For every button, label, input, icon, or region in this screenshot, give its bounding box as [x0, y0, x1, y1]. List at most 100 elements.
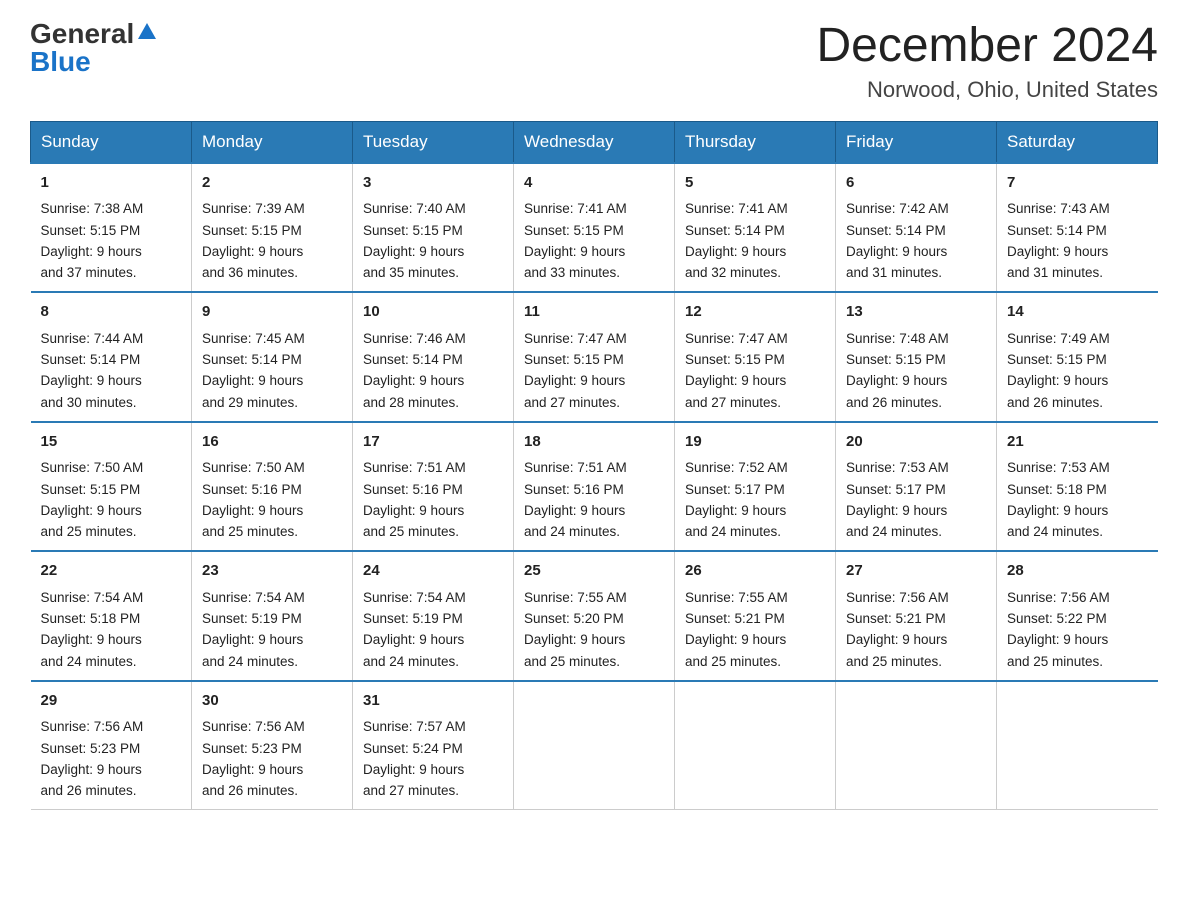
day-daylight-cont: and 25 minutes.	[363, 524, 459, 539]
day-sunrise: Sunrise: 7:44 AM	[41, 331, 144, 346]
calendar-week-4: 22 Sunrise: 7:54 AM Sunset: 5:18 PM Dayl…	[31, 551, 1158, 681]
day-sunrise: Sunrise: 7:48 AM	[846, 331, 949, 346]
day-number: 4	[524, 172, 664, 195]
day-number: 9	[202, 301, 342, 324]
day-daylight-cont: and 29 minutes.	[202, 395, 298, 410]
day-daylight-cont: and 26 minutes.	[41, 783, 137, 798]
day-daylight: Daylight: 9 hours	[41, 762, 142, 777]
day-sunrise: Sunrise: 7:56 AM	[41, 719, 144, 734]
day-sunset: Sunset: 5:15 PM	[524, 223, 624, 238]
day-sunrise: Sunrise: 7:50 AM	[202, 460, 305, 475]
day-sunset: Sunset: 5:15 PM	[1007, 352, 1107, 367]
day-number: 14	[1007, 301, 1148, 324]
day-daylight-cont: and 25 minutes.	[524, 654, 620, 669]
day-sunset: Sunset: 5:21 PM	[685, 611, 785, 626]
calendar-day: 22 Sunrise: 7:54 AM Sunset: 5:18 PM Dayl…	[31, 551, 192, 681]
day-daylight-cont: and 27 minutes.	[363, 783, 459, 798]
day-daylight-cont: and 35 minutes.	[363, 265, 459, 280]
day-sunset: Sunset: 5:15 PM	[202, 223, 302, 238]
day-daylight: Daylight: 9 hours	[524, 503, 625, 518]
day-sunrise: Sunrise: 7:40 AM	[363, 201, 466, 216]
day-daylight-cont: and 25 minutes.	[202, 524, 298, 539]
day-number: 22	[41, 560, 182, 583]
day-number: 20	[846, 431, 986, 454]
day-daylight: Daylight: 9 hours	[524, 632, 625, 647]
day-daylight: Daylight: 9 hours	[846, 503, 947, 518]
day-sunrise: Sunrise: 7:42 AM	[846, 201, 949, 216]
calendar-day: 19 Sunrise: 7:52 AM Sunset: 5:17 PM Dayl…	[675, 422, 836, 552]
day-sunset: Sunset: 5:20 PM	[524, 611, 624, 626]
calendar-day	[675, 681, 836, 810]
calendar-table: Sunday Monday Tuesday Wednesday Thursday…	[30, 121, 1158, 811]
day-daylight-cont: and 37 minutes.	[41, 265, 137, 280]
day-daylight-cont: and 26 minutes.	[202, 783, 298, 798]
day-sunset: Sunset: 5:14 PM	[846, 223, 946, 238]
day-daylight-cont: and 24 minutes.	[1007, 524, 1103, 539]
day-sunrise: Sunrise: 7:49 AM	[1007, 331, 1110, 346]
day-daylight-cont: and 36 minutes.	[202, 265, 298, 280]
calendar-day: 18 Sunrise: 7:51 AM Sunset: 5:16 PM Dayl…	[514, 422, 675, 552]
day-number: 24	[363, 560, 503, 583]
day-sunrise: Sunrise: 7:51 AM	[363, 460, 466, 475]
day-number: 26	[685, 560, 825, 583]
day-sunrise: Sunrise: 7:47 AM	[685, 331, 788, 346]
day-daylight-cont: and 25 minutes.	[846, 654, 942, 669]
day-number: 11	[524, 301, 664, 324]
day-daylight: Daylight: 9 hours	[363, 762, 464, 777]
day-daylight-cont: and 24 minutes.	[41, 654, 137, 669]
day-number: 3	[363, 172, 503, 195]
day-number: 10	[363, 301, 503, 324]
header-sunday: Sunday	[31, 121, 192, 163]
day-daylight: Daylight: 9 hours	[685, 244, 786, 259]
calendar-week-5: 29 Sunrise: 7:56 AM Sunset: 5:23 PM Dayl…	[31, 681, 1158, 810]
day-sunset: Sunset: 5:15 PM	[524, 352, 624, 367]
day-sunset: Sunset: 5:14 PM	[41, 352, 141, 367]
day-sunrise: Sunrise: 7:54 AM	[202, 590, 305, 605]
day-sunset: Sunset: 5:19 PM	[202, 611, 302, 626]
day-sunset: Sunset: 5:23 PM	[41, 741, 141, 756]
header-thursday: Thursday	[675, 121, 836, 163]
day-sunset: Sunset: 5:16 PM	[524, 482, 624, 497]
day-number: 17	[363, 431, 503, 454]
day-daylight: Daylight: 9 hours	[202, 503, 303, 518]
day-sunset: Sunset: 5:15 PM	[685, 352, 785, 367]
day-sunrise: Sunrise: 7:56 AM	[202, 719, 305, 734]
calendar-week-3: 15 Sunrise: 7:50 AM Sunset: 5:15 PM Dayl…	[31, 422, 1158, 552]
day-sunset: Sunset: 5:17 PM	[846, 482, 946, 497]
day-sunset: Sunset: 5:14 PM	[1007, 223, 1107, 238]
calendar-day: 14 Sunrise: 7:49 AM Sunset: 5:15 PM Dayl…	[997, 292, 1158, 422]
day-sunrise: Sunrise: 7:51 AM	[524, 460, 627, 475]
header-wednesday: Wednesday	[514, 121, 675, 163]
day-number: 5	[685, 172, 825, 195]
day-sunset: Sunset: 5:15 PM	[41, 482, 141, 497]
day-daylight-cont: and 25 minutes.	[1007, 654, 1103, 669]
day-daylight: Daylight: 9 hours	[202, 762, 303, 777]
day-daylight-cont: and 31 minutes.	[846, 265, 942, 280]
day-sunrise: Sunrise: 7:53 AM	[1007, 460, 1110, 475]
day-sunset: Sunset: 5:17 PM	[685, 482, 785, 497]
day-daylight-cont: and 26 minutes.	[846, 395, 942, 410]
weekday-header-row: Sunday Monday Tuesday Wednesday Thursday…	[31, 121, 1158, 163]
calendar-day: 11 Sunrise: 7:47 AM Sunset: 5:15 PM Dayl…	[514, 292, 675, 422]
day-sunrise: Sunrise: 7:52 AM	[685, 460, 788, 475]
calendar-day: 31 Sunrise: 7:57 AM Sunset: 5:24 PM Dayl…	[353, 681, 514, 810]
day-daylight-cont: and 24 minutes.	[363, 654, 459, 669]
calendar-day: 30 Sunrise: 7:56 AM Sunset: 5:23 PM Dayl…	[192, 681, 353, 810]
day-daylight: Daylight: 9 hours	[524, 373, 625, 388]
logo: General Blue	[30, 20, 158, 76]
logo-arrow-icon	[136, 21, 158, 43]
day-number: 25	[524, 560, 664, 583]
day-daylight: Daylight: 9 hours	[846, 373, 947, 388]
day-daylight: Daylight: 9 hours	[1007, 503, 1108, 518]
day-sunset: Sunset: 5:21 PM	[846, 611, 946, 626]
day-daylight-cont: and 24 minutes.	[202, 654, 298, 669]
calendar-day: 24 Sunrise: 7:54 AM Sunset: 5:19 PM Dayl…	[353, 551, 514, 681]
day-daylight: Daylight: 9 hours	[41, 503, 142, 518]
day-number: 1	[41, 172, 182, 195]
header-tuesday: Tuesday	[353, 121, 514, 163]
day-number: 18	[524, 431, 664, 454]
calendar-day: 10 Sunrise: 7:46 AM Sunset: 5:14 PM Dayl…	[353, 292, 514, 422]
day-daylight: Daylight: 9 hours	[846, 244, 947, 259]
calendar-day: 21 Sunrise: 7:53 AM Sunset: 5:18 PM Dayl…	[997, 422, 1158, 552]
calendar-day: 6 Sunrise: 7:42 AM Sunset: 5:14 PM Dayli…	[836, 163, 997, 293]
